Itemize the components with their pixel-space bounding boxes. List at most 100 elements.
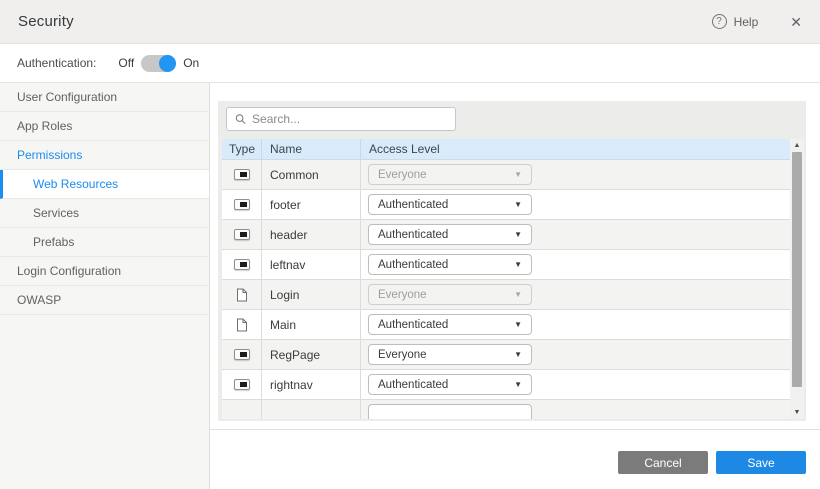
save-button[interactable]: Save: [716, 451, 806, 474]
resource-name: header: [270, 228, 307, 242]
chevron-down-icon: ▼: [514, 351, 522, 359]
dialog-header: Security ? Help ✕: [0, 0, 820, 44]
chevron-down-icon: ▼: [514, 261, 522, 269]
access-level-value: Authenticated: [378, 379, 448, 391]
security-dialog: Security ? Help ✕ Authentication: Off On…: [0, 0, 820, 489]
help-button[interactable]: ? Help: [712, 14, 759, 29]
chevron-down-icon: ▼: [514, 291, 522, 299]
partial-icon: [234, 259, 250, 270]
type-cell: [222, 310, 262, 339]
chevron-down-icon: ▼: [514, 201, 522, 209]
resource-name: RegPage: [270, 348, 320, 362]
access-level-value: Authenticated: [378, 229, 448, 241]
access-level-cell: [361, 400, 790, 419]
table-row: Login Everyone▼: [222, 280, 790, 310]
access-level-value: Authenticated: [378, 319, 448, 331]
access-level-cell: Authenticated ▼: [361, 220, 790, 249]
access-level-dropdown[interactable]: Authenticated ▼: [368, 374, 532, 395]
page-title: Security: [18, 13, 712, 30]
authentication-bar: Authentication: Off On: [0, 44, 820, 83]
access-level-cell: Authenticated ▼: [361, 190, 790, 219]
table-header-row: Type Name Access Level: [222, 139, 790, 160]
search-input[interactable]: [252, 112, 447, 126]
type-cell: [222, 160, 262, 189]
permissions-panel: Type Name Access Level CommonEveryone▼fo…: [218, 101, 806, 421]
column-header-name: Name: [262, 139, 361, 159]
table-row: CommonEveryone▼: [222, 160, 790, 190]
footer-actions: Cancel Save: [210, 430, 820, 474]
table-scrollbar[interactable]: ▲ ▼: [790, 139, 804, 419]
access-level-dropdown[interactable]: Everyone ▼: [368, 344, 532, 365]
sidebar-item-prefabs[interactable]: Prefabs: [0, 228, 209, 257]
scrollbar-up-icon[interactable]: ▲: [790, 139, 804, 152]
name-cell: footer: [262, 190, 361, 219]
name-cell: Main: [262, 310, 361, 339]
sidebar-item-owasp[interactable]: OWASP: [0, 286, 209, 315]
table-row: header Authenticated ▼: [222, 220, 790, 250]
type-cell: [222, 250, 262, 279]
resource-name: leftnav: [270, 258, 305, 272]
sidebar-item-app-roles[interactable]: App Roles: [0, 112, 209, 141]
main-content: Type Name Access Level CommonEveryone▼fo…: [210, 83, 820, 489]
name-cell: header: [262, 220, 361, 249]
sidebar-item-label: Prefabs: [33, 235, 74, 249]
toggle-on-label: On: [183, 56, 199, 70]
toggle-off-label: Off: [118, 56, 134, 70]
name-cell: rightnav: [262, 370, 361, 399]
access-level-dropdown[interactable]: Authenticated▼: [368, 314, 532, 335]
sidebar-item-label: User Configuration: [17, 90, 117, 104]
resources-table: Type Name Access Level CommonEveryone▼fo…: [222, 139, 804, 419]
access-level-cell: Authenticated ▼: [361, 250, 790, 279]
table-row: [222, 400, 790, 419]
table-row: footer Authenticated ▼: [222, 190, 790, 220]
sidebar-item-label: Services: [33, 206, 79, 220]
access-level-dropdown[interactable]: [368, 404, 532, 419]
help-icon: ?: [712, 14, 727, 29]
scrollbar-down-icon[interactable]: ▼: [790, 406, 804, 419]
type-cell: [222, 370, 262, 399]
resource-name: Main: [270, 318, 296, 332]
partial-icon: [234, 229, 250, 240]
help-label: Help: [734, 15, 759, 29]
close-icon[interactable]: ✕: [790, 15, 802, 29]
partial-icon: [234, 199, 250, 210]
scrollbar-thumb[interactable]: [792, 152, 802, 387]
chevron-down-icon: ▼: [514, 171, 522, 179]
column-header-access-level: Access Level: [361, 139, 790, 159]
resource-name: footer: [270, 198, 301, 212]
chevron-down-icon: ▼: [514, 231, 522, 239]
access-level-dropdown[interactable]: Authenticated ▼: [368, 254, 532, 275]
access-level-cell: Authenticated ▼: [361, 370, 790, 399]
name-cell: leftnav: [262, 250, 361, 279]
resource-name: Common: [270, 168, 319, 182]
sidebar-item-label: Login Configuration: [17, 264, 121, 278]
page-icon: [236, 318, 248, 332]
sidebar-item-permissions[interactable]: Permissions: [0, 141, 209, 170]
resource-name: Login: [270, 288, 299, 302]
sidebar-item-web-resources[interactable]: Web Resources: [0, 170, 209, 199]
cancel-button[interactable]: Cancel: [618, 451, 708, 474]
column-header-type: Type: [222, 139, 262, 159]
access-level-value: Everyone: [378, 349, 427, 361]
table-row: Main Authenticated▼: [222, 310, 790, 340]
toggle-knob: [159, 55, 176, 72]
table-row: rightnav Authenticated ▼: [222, 370, 790, 400]
sidebar-item-label: App Roles: [17, 119, 72, 133]
table-row: RegPage Everyone ▼: [222, 340, 790, 370]
access-level-dropdown[interactable]: Authenticated ▼: [368, 224, 532, 245]
partial-icon: [234, 349, 250, 360]
authentication-label: Authentication:: [17, 56, 96, 70]
access-level-cell: Authenticated▼: [361, 310, 790, 339]
access-level-dropdown: Everyone▼: [368, 284, 532, 305]
access-level-value: Authenticated: [378, 199, 448, 211]
access-level-value: Authenticated: [378, 259, 448, 271]
partial-icon: [234, 169, 250, 180]
authentication-toggle[interactable]: [141, 55, 176, 72]
type-cell: [222, 340, 262, 369]
search-icon: [235, 113, 246, 125]
access-level-dropdown[interactable]: Authenticated ▼: [368, 194, 532, 215]
sidebar-item-user-configuration[interactable]: User Configuration: [0, 83, 209, 112]
sidebar-item-services[interactable]: Services: [0, 199, 209, 228]
chevron-down-icon: ▼: [514, 381, 522, 389]
sidebar-item-login-configuration[interactable]: Login Configuration: [0, 257, 209, 286]
